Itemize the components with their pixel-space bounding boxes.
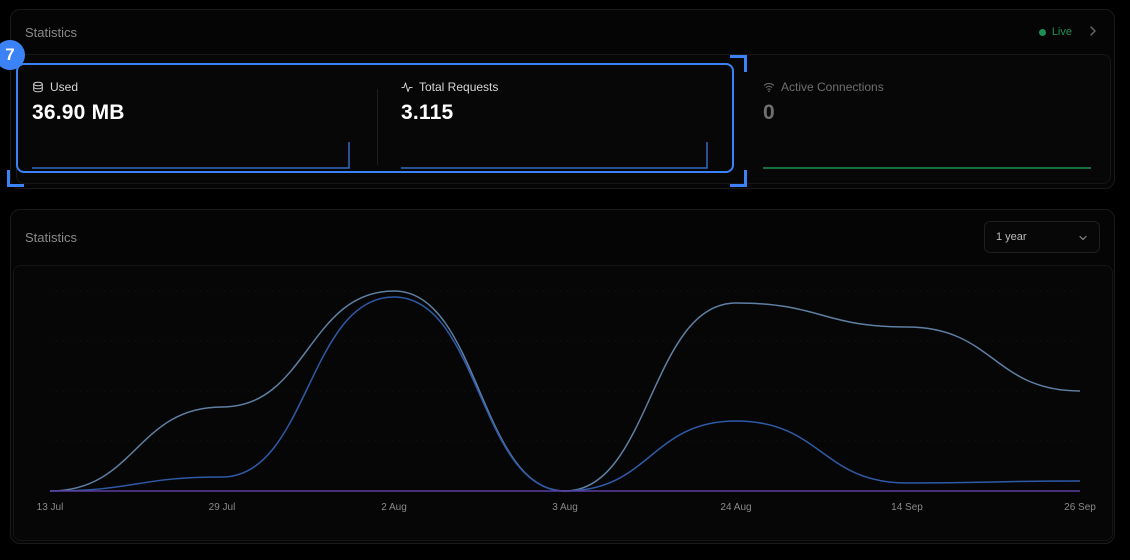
stat-connections-label-row: Active Connections — [763, 80, 884, 94]
sparkline — [763, 167, 1091, 169]
panel-title: Statistics — [25, 230, 78, 245]
highlight-corner — [7, 170, 24, 187]
stat-active-connections[interactable]: Active Connections 0 — [748, 55, 1098, 183]
series-line-2 — [49, 296, 1081, 492]
statistics-chart-panel: Statistics 1 year 13 Jul 29 Jul 2 Aug 3 Aug… — [10, 209, 1115, 544]
stat-value: 0 — [763, 101, 775, 124]
x-tick-label: 14 Sep — [891, 502, 923, 513]
x-tick-label: 2 Aug — [381, 502, 407, 513]
highlight-corner — [730, 55, 747, 72]
chevron-right-icon[interactable] — [1086, 24, 1100, 38]
chart-area: 13 Jul 29 Jul 2 Aug 3 Aug 24 Aug 14 Sep 26 Sep — [13, 265, 1113, 541]
stat-label: Active Connections — [781, 80, 884, 94]
highlight-box — [16, 63, 734, 173]
highlight-corner — [730, 170, 747, 187]
wifi-icon — [763, 82, 775, 93]
x-tick-label: 24 Aug — [720, 502, 751, 513]
series-line-1 — [49, 290, 1081, 492]
x-tick-label: 26 Sep — [1064, 502, 1096, 513]
live-label: Live — [1051, 26, 1072, 38]
chevron-down-icon — [1079, 235, 1087, 241]
time-range-value: 1 year — [996, 231, 1027, 243]
x-tick-label: 13 Jul — [37, 502, 64, 513]
live-indicator: Live — [1038, 26, 1072, 38]
x-tick-label: 29 Jul — [209, 502, 236, 513]
live-dot-icon — [1038, 28, 1046, 36]
line-chart: 13 Jul 29 Jul 2 Aug 3 Aug 24 Aug 14 Sep 26 Sep — [37, 290, 1096, 513]
x-tick-label: 3 Aug — [552, 502, 578, 513]
time-range-select[interactable]: 1 year — [984, 221, 1100, 253]
panel-title: Statistics — [25, 25, 78, 40]
